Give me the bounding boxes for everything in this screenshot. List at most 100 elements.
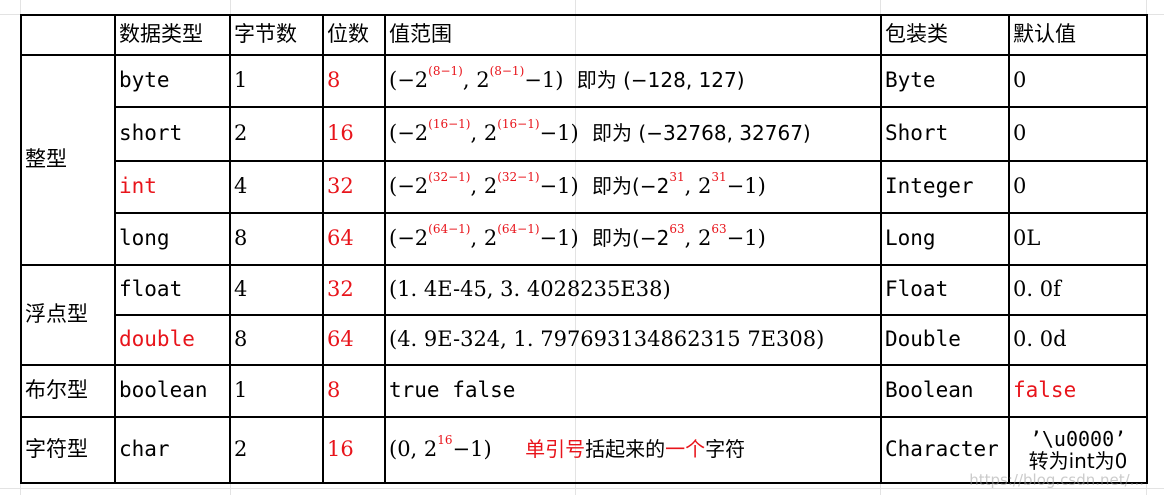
range-exponent: 31 — [711, 170, 727, 185]
wrapper-cell: Float — [880, 264, 1010, 316]
bits-cell: 32 — [322, 160, 386, 214]
wrapper-cell: Byte — [880, 54, 1010, 108]
bytes-cell: 8 — [229, 212, 324, 266]
range-text: , 2 — [684, 226, 712, 251]
header-bytes: 字节数 — [229, 14, 324, 56]
range-cell: (1. 4E-45, 3. 4028235E38) — [384, 264, 882, 316]
table-row: short 2 16 (−2(16−1), 2(16−1)−1) 即为 (−32… — [21, 106, 1148, 162]
table-row: 布尔型 boolean 1 8 true false Boolean false — [20, 364, 1148, 418]
bits-cell: 16 — [322, 106, 386, 162]
type-cell: char — [114, 416, 231, 484]
wrapper-cell: Double — [880, 314, 1010, 366]
category-boolean: 布尔型 — [20, 364, 116, 418]
range-cell: (4. 9E-324, 1. 797693134862315 7E308) — [384, 314, 882, 366]
bytes-cell: 1 — [229, 364, 324, 418]
bytes-cell: 8 — [229, 314, 324, 366]
bits-cell: 32 — [322, 264, 386, 316]
default-line-2: 转为int为0 — [1028, 449, 1128, 473]
bytes-cell: 4 — [229, 160, 324, 214]
default-cell: 0 — [1008, 160, 1148, 214]
range-note-highlight: 一个 — [665, 437, 706, 462]
bits-cell: 64 — [322, 314, 386, 366]
default-cell: 0 — [1008, 106, 1148, 162]
header-wrapper: 包装类 — [880, 14, 1010, 56]
range-text: (−2 — [389, 226, 429, 251]
bits-cell: 16 — [322, 416, 386, 484]
range-exponent: (16−1) — [428, 117, 471, 132]
bits-cell: 8 — [322, 364, 386, 418]
range-text: −1) — [539, 174, 579, 199]
range-cell: (−2(64−1), 2(64−1)−1) 即为(−263, 263−1) — [384, 212, 882, 266]
table-row: double 8 64 (4. 9E-324, 1. 7976931348623… — [21, 314, 1148, 366]
range-note: 即为 (−32768, 32767) — [592, 121, 811, 146]
range-exponent: (32−1) — [428, 170, 471, 185]
range-text: −1) — [524, 68, 564, 93]
category-char: 字符型 — [20, 416, 116, 484]
range-text: −1) — [726, 226, 766, 251]
range-note: 即为(−2 — [592, 174, 670, 199]
table-row: 浮点型 float 4 32 (1. 4E-45, 3. 4028235E38)… — [20, 264, 1148, 366]
header-data-type: 数据类型 — [114, 14, 231, 56]
bytes-cell: 2 — [229, 416, 324, 484]
type-cell: boolean — [114, 364, 231, 418]
range-exponent: (32−1) — [497, 170, 540, 185]
range-text: (−2 — [389, 121, 429, 146]
table-row: int 4 32 (−2(32−1), 2(32−1)−1) 即为(−231, … — [21, 160, 1148, 214]
range-text: , 2 — [470, 226, 498, 251]
header-row: 数据类型 字节数 位数 值范围 包装类 默认值 — [20, 14, 1148, 56]
range-exponent: (8−1) — [489, 64, 525, 79]
header-default: 默认值 — [1008, 14, 1148, 56]
default-cell: false — [1008, 364, 1148, 418]
range-cell: (0, 216−1) 单引号括起来的一个字符 — [384, 416, 882, 484]
type-cell: float — [114, 264, 231, 316]
type-cell: byte — [114, 54, 231, 108]
wrapper-cell: Boolean — [880, 364, 1010, 418]
type-cell: double — [114, 314, 231, 366]
default-cell: 0. 0f — [1008, 264, 1148, 316]
range-exponent: (64−1) — [428, 222, 471, 237]
default-line-1: ’\u0000’ — [1029, 427, 1127, 451]
category-integer: 整型 — [20, 54, 116, 266]
range-note: 即为 (−128, 127) — [576, 68, 745, 93]
range-note-highlight: 单引号 — [525, 437, 586, 462]
bytes-cell: 2 — [229, 106, 324, 162]
range-exponent: 63 — [711, 222, 727, 237]
header-bits: 位数 — [322, 14, 386, 56]
range-note: 字符 — [705, 437, 746, 462]
default-cell: 0. 0d — [1008, 314, 1148, 366]
bits-cell: 8 — [322, 54, 386, 108]
range-cell: (−2(32−1), 2(32−1)−1) 即为(−231, 231−1) — [384, 160, 882, 214]
header-range: 值范围 — [384, 14, 882, 56]
bytes-cell: 4 — [229, 264, 324, 316]
type-cell: short — [114, 106, 231, 162]
range-text: (−2 — [389, 68, 429, 93]
range-text: (−2 — [389, 174, 429, 199]
category-float: 浮点型 — [20, 264, 116, 366]
bits-cell: 64 — [322, 212, 386, 266]
range-text: −1) — [452, 437, 492, 462]
header-blank — [20, 14, 116, 56]
wrapper-cell: Long — [880, 212, 1010, 266]
range-cell: true false — [384, 364, 882, 418]
wrapper-cell: Integer — [880, 160, 1010, 214]
java-primitive-types-table: 数据类型 字节数 位数 值范围 包装类 默认值 整型 byte 1 8 (−2(… — [20, 14, 1148, 484]
range-text: , 2 — [470, 174, 498, 199]
range-note: 括起来的 — [585, 437, 666, 462]
range-text: , 2 — [470, 121, 498, 146]
bytes-cell: 1 — [229, 54, 324, 108]
range-exponent: 31 — [669, 170, 685, 185]
table-row: 整型 byte 1 8 (−2(8−1), 2(8−1)−1) 即为 (−128… — [20, 54, 1148, 266]
range-cell: (−2(8−1), 2(8−1)−1) 即为 (−128, 127) — [384, 54, 882, 108]
range-text: (0, 2 — [389, 437, 438, 462]
type-cell: int — [114, 160, 231, 214]
default-cell: 0 — [1008, 54, 1148, 108]
default-cell: 0L — [1008, 212, 1148, 266]
range-text: , 2 — [462, 68, 490, 93]
wrapper-cell: Short — [880, 106, 1010, 162]
range-exponent: 16 — [437, 433, 453, 448]
range-exponent: 63 — [669, 222, 685, 237]
table-row: long 8 64 (−2(64−1), 2(64−1)−1) 即为(−263,… — [21, 212, 1148, 266]
range-text: , 2 — [684, 174, 712, 199]
range-text: −1) — [726, 174, 766, 199]
watermark: https://blog.csdn.net/... — [969, 471, 1144, 489]
